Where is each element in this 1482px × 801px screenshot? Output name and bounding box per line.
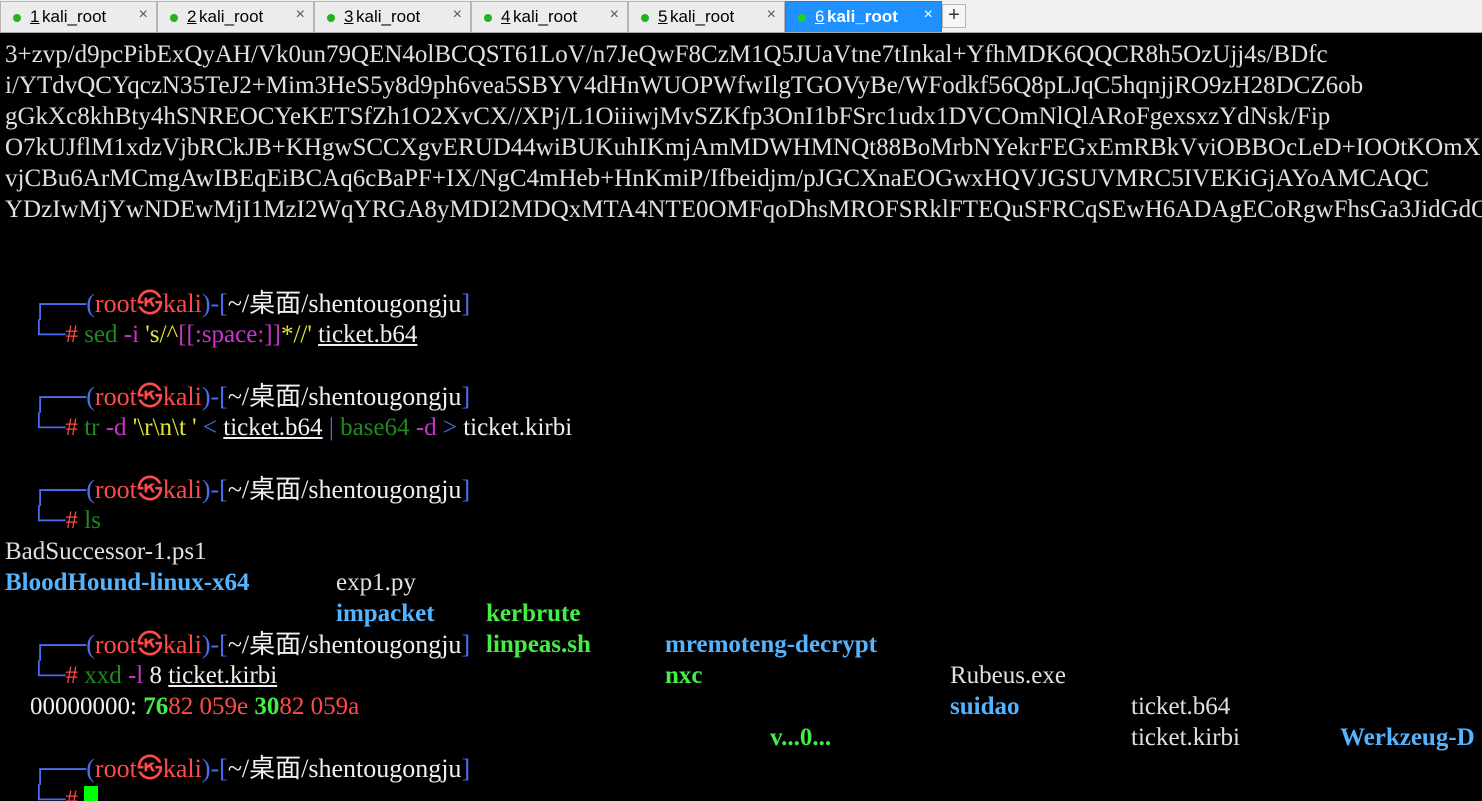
ls-entry: ticket.b64: [1131, 693, 1231, 720]
close-icon[interactable]: ×: [924, 6, 933, 24]
ls-entry: kerbrute: [486, 600, 581, 627]
tab-label: kali_root: [827, 7, 898, 26]
close-icon[interactable]: ×: [296, 6, 305, 24]
command-line: └─# xxd -l 8 ticket.kirbi: [30, 662, 278, 689]
output-line: vjCBu6ArMCmgAwIBEqEiBCAq6cBaPF+IX/NgC4mH…: [5, 165, 1429, 192]
close-icon[interactable]: ×: [453, 6, 462, 24]
output-line: i/YTdvQCYqczN35TeJ2+Mim3HeS5y8d9ph6vea5S…: [5, 72, 1364, 99]
tab-label: kali_root: [670, 7, 735, 26]
tab-label: kali_root: [42, 7, 107, 26]
prompt-line: ┌──(root㉿kali)-[~/桌面/shentougongju]: [31, 475, 471, 504]
status-dot-icon: [641, 14, 649, 22]
tab-label: kali_root: [199, 7, 264, 26]
skull-icon: ㉿: [136, 754, 163, 783]
tab-number: 2: [187, 7, 197, 26]
close-icon[interactable]: ×: [610, 6, 619, 24]
close-icon[interactable]: ×: [139, 6, 148, 24]
output-line: O7kUJflM1xdzVjbRCkJB+KHgwSCCXgvERUD44wiB…: [5, 134, 1481, 161]
command-line: └─# tr -d '\r\n\t ' < ticket.b64 | base6…: [30, 414, 573, 441]
prompt-line: ┌──(root㉿kali)-[~/桌面/shentougongju]: [31, 754, 471, 783]
terminal-output[interactable]: 3+zvp/d9pcPibExQyAH/Vk0un79QEN4olBCQST61…: [0, 33, 1482, 801]
prompt-line: ┌──(root㉿kali)-[~/桌面/shentougongju]: [31, 289, 471, 318]
ls-entry: Werkzeug-D: [1340, 724, 1475, 751]
prompt-line: ┌──(root㉿kali)-[~/桌面/shentougongju]: [31, 382, 471, 411]
ls-entry: exp1.py: [336, 569, 416, 596]
xxd-output-line: 00000000: 7682 059e 3082 059a v...0...: [30, 693, 832, 751]
output-line: 3+zvp/d9pcPibExQyAH/Vk0un79QEN4olBCQST61…: [5, 41, 1328, 68]
tab-label: kali_root: [513, 7, 578, 26]
tab-number: 6: [815, 7, 825, 26]
tab-3[interactable]: 3 kali_root ×: [314, 1, 471, 32]
ls-entry: linpeas.sh: [486, 631, 591, 658]
ls-output-row: BloodHound-linux-x64 impacket linpeas.sh…: [5, 536, 1482, 751]
text-cursor: [84, 786, 99, 801]
ls-entry: suidao: [950, 693, 1020, 720]
tab-label: kali_root: [356, 7, 421, 26]
tab-2[interactable]: 2 kali_root ×: [157, 1, 314, 32]
output-line: gGkXc8khBty4hSNREOCYeKETSfZh1O2XvCX//XPj…: [5, 103, 1331, 130]
command-line: └─# sed -i 's/^[[:space:]]*//' ticket.b6…: [30, 321, 418, 348]
output-line: YDzIwMjYwNDEwMjI1MzI2WqYRGA8yMDI2MDQxMTA…: [5, 196, 1482, 223]
tab-6-active[interactable]: 6 kali_root ×: [785, 1, 942, 32]
status-dot-icon: [798, 14, 806, 22]
status-dot-icon: [13, 14, 21, 22]
close-icon[interactable]: ×: [767, 6, 776, 24]
ls-entry: mremoteng-decrypt: [665, 631, 877, 658]
status-dot-icon: [484, 14, 492, 22]
tab-5[interactable]: 5 kali_root ×: [628, 1, 785, 32]
status-dot-icon: [170, 14, 178, 22]
tab-1[interactable]: 1 kali_root ×: [0, 1, 157, 32]
status-dot-icon: [327, 14, 335, 22]
command-input-line[interactable]: └─#: [5, 753, 99, 801]
command-line: └─# ls: [30, 507, 101, 534]
skull-icon: ㉿: [136, 475, 163, 504]
tab-number: 5: [658, 7, 668, 26]
tab-number: 4: [501, 7, 511, 26]
prompt-line: ┌──(root㉿kali)-[~/桌面/shentougongju]: [31, 630, 471, 659]
ls-entry: BloodHound-linux-x64: [5, 569, 250, 596]
ls-entry: ticket.kirbi: [1131, 724, 1240, 751]
new-tab-button[interactable]: +: [942, 4, 966, 28]
ls-output-row: BadSuccessor-1.ps1 exp1.py kerbrute mrem…: [5, 505, 1482, 751]
tab-number: 1: [30, 7, 40, 26]
tab-number: 3: [344, 7, 354, 26]
xxd-ascii: v...0...: [770, 724, 832, 751]
tab-bar: 1 kali_root × 2 kali_root × 3 kali_root …: [0, 0, 1482, 33]
tab-4[interactable]: 4 kali_root ×: [471, 1, 628, 32]
